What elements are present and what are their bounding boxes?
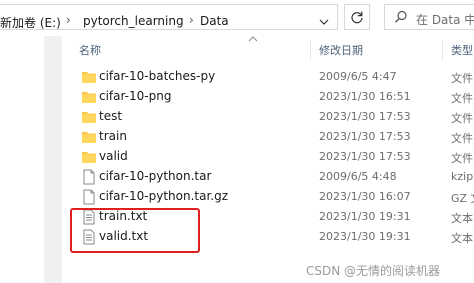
address-bar-row: 新加卷 (E:) › pytorch_learning › Data 在 Dat… — [0, 0, 474, 36]
file-type: 文件 — [451, 132, 473, 145]
file-name: train — [99, 129, 127, 143]
file-type: 文本 — [451, 212, 473, 225]
file-date: 2009/6/5 4:48 — [319, 170, 397, 183]
file-row[interactable]: train 2023/1/30 17:53 文件 — [62, 127, 474, 147]
file-row[interactable]: cifar-10-python.tar.gz 2023/1/30 16:07 G… — [62, 187, 474, 207]
file-date: 2023/1/30 16:07 — [319, 190, 411, 203]
file-row[interactable]: cifar-10-png 2023/1/30 16:51 文件 — [62, 87, 474, 107]
refresh-button[interactable] — [344, 4, 370, 30]
file-type: 文件 — [451, 152, 473, 165]
watermark: CSDN @无情的阅读机器 — [306, 264, 441, 278]
search-box[interactable]: 在 Data 中搜 — [384, 4, 474, 30]
chevron-down-icon — [319, 19, 329, 25]
search-input[interactable]: 在 Data 中搜 — [416, 11, 474, 28]
refresh-icon — [351, 11, 363, 24]
file-date: 2023/1/30 16:51 — [319, 90, 411, 103]
search-icon — [395, 10, 407, 23]
column-name-header[interactable]: 名称 — [79, 42, 101, 58]
folder-icon — [82, 132, 96, 143]
breadcrumb-pytorch-learning[interactable]: pytorch_learning — [83, 14, 184, 28]
column-type-header[interactable]: 类型 — [451, 42, 473, 58]
file-type: 文本 — [451, 232, 473, 245]
file-date: 2023/1/30 17:53 — [319, 110, 411, 123]
navigation-pane[interactable] — [0, 36, 47, 283]
navigation-scrollbar[interactable] — [44, 36, 62, 283]
file-date: 2023/1/30 19:31 — [319, 230, 411, 243]
file-name: valid — [99, 149, 128, 163]
column-date-header[interactable]: 修改日期 — [319, 42, 363, 58]
file-row[interactable]: cifar-10-python.tar 2009/6/5 4:48 kzip — [62, 167, 474, 187]
address-history-dropdown[interactable] — [311, 10, 337, 34]
breadcrumb-separator[interactable]: › — [66, 13, 71, 27]
file-date: 2023/1/30 17:53 — [319, 130, 411, 143]
highlight-annotation-box — [70, 208, 200, 253]
file-name: cifar-10-python.tar.gz — [99, 189, 229, 203]
breadcrumb-data[interactable]: Data — [200, 14, 229, 28]
folder-icon — [82, 112, 96, 123]
file-type: 文件 — [451, 92, 473, 105]
file-type: GZ 文 — [451, 192, 474, 205]
address-bar[interactable]: 新加卷 (E:) › pytorch_learning › Data — [0, 4, 338, 30]
column-divider[interactable] — [310, 40, 311, 60]
file-name: cifar-10-png — [99, 89, 172, 103]
breadcrumb-drive[interactable]: 新加卷 (E:) — [0, 14, 61, 31]
file-type: kzip — [451, 170, 474, 183]
column-divider[interactable] — [442, 40, 443, 60]
folder-icon — [82, 92, 96, 103]
file-row[interactable]: cifar-10-batches-py 2009/6/5 4:47 文件 — [62, 67, 474, 87]
file-name: cifar-10-batches-py — [99, 69, 216, 83]
folder-icon — [82, 72, 96, 83]
file-date: 2009/6/5 4:47 — [319, 70, 397, 83]
breadcrumb-separator[interactable]: › — [189, 13, 194, 27]
file-name: cifar-10-python.tar — [99, 169, 212, 183]
folder-icon — [82, 152, 96, 163]
document-icon — [83, 169, 95, 185]
document-icon — [83, 189, 95, 205]
file-date: 2023/1/30 19:31 — [319, 210, 411, 223]
column-header-row: 名称 修改日期 类型 — [62, 36, 474, 62]
file-date: 2023/1/30 17:53 — [319, 150, 411, 163]
sort-ascending-icon — [248, 36, 258, 42]
file-type: 文件 — [451, 112, 473, 125]
file-type: 文件 — [451, 72, 473, 85]
file-row[interactable]: valid 2023/1/30 17:53 文件 — [62, 147, 474, 167]
file-row[interactable]: test 2023/1/30 17:53 文件 — [62, 107, 474, 127]
file-name: test — [99, 109, 123, 123]
